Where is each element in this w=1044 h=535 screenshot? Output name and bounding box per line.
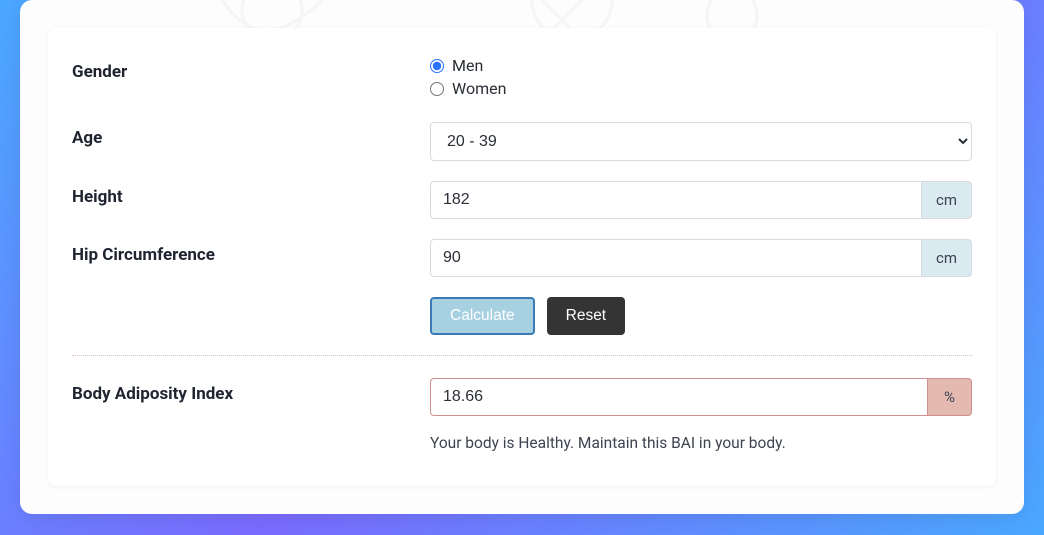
- button-row: Calculate Reset: [72, 297, 972, 335]
- reset-button[interactable]: Reset: [547, 297, 626, 335]
- gender-row: Gender Men Women: [72, 56, 972, 102]
- gender-radio-women-label: Women: [452, 79, 506, 98]
- hip-control: cm: [430, 239, 972, 277]
- calculator-panel: Gender Men Women Age 20 - 39 Hei: [48, 28, 996, 486]
- result-control: % Your body is Healthy. Maintain this BA…: [430, 378, 972, 452]
- result-label: Body Adiposity Index: [72, 378, 430, 404]
- height-control: cm: [430, 181, 972, 219]
- gender-radio-men[interactable]: [430, 59, 444, 73]
- hip-label: Hip Circumference: [72, 239, 430, 265]
- result-row: Body Adiposity Index % Your body is Heal…: [72, 378, 972, 452]
- age-row: Age 20 - 39: [72, 122, 972, 161]
- gender-radio-men-label: Men: [452, 56, 483, 75]
- gender-option-men: Men: [430, 56, 972, 75]
- gender-control: Men Women: [430, 56, 972, 102]
- gender-label: Gender: [72, 56, 430, 82]
- result-unit: %: [927, 378, 972, 416]
- height-row: Height cm: [72, 181, 972, 219]
- height-unit: cm: [921, 181, 972, 219]
- height-input-group: cm: [430, 181, 972, 219]
- result-status: Your body is Healthy. Maintain this BAI …: [430, 434, 972, 452]
- result-group: %: [430, 378, 972, 416]
- outer-panel: Gender Men Women Age 20 - 39 Hei: [20, 0, 1024, 514]
- hip-input[interactable]: [430, 239, 921, 277]
- button-control: Calculate Reset: [430, 297, 972, 335]
- result-value: [430, 378, 927, 416]
- calculate-button[interactable]: Calculate: [430, 297, 535, 335]
- hip-input-group: cm: [430, 239, 972, 277]
- height-input[interactable]: [430, 181, 921, 219]
- age-select[interactable]: 20 - 39: [430, 122, 972, 161]
- gender-option-women: Women: [430, 79, 972, 98]
- hip-unit: cm: [921, 239, 972, 277]
- gender-radio-women[interactable]: [430, 82, 444, 96]
- height-label: Height: [72, 181, 430, 207]
- section-divider: [72, 355, 972, 356]
- age-control: 20 - 39: [430, 122, 972, 161]
- age-label: Age: [72, 122, 430, 148]
- hip-row: Hip Circumference cm: [72, 239, 972, 277]
